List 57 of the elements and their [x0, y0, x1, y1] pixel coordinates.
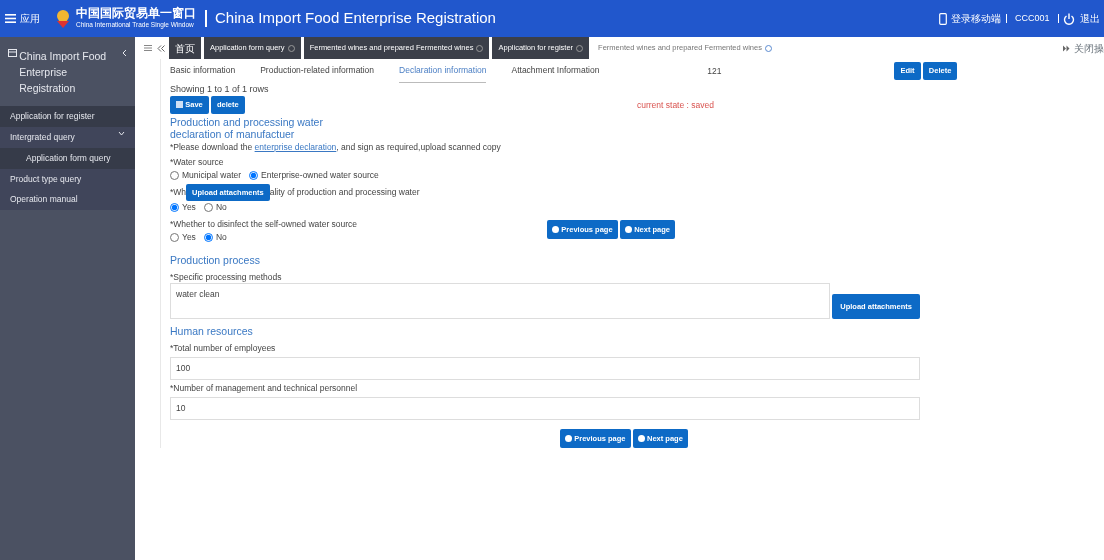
sidebar-item[interactable]: Application form query — [0, 147, 135, 169]
sub-tab[interactable]: Attachment Information — [511, 59, 600, 83]
save-icon — [176, 101, 183, 109]
mobile-login-link[interactable]: 登录移动端 — [951, 11, 1002, 26]
radio-button[interactable] — [170, 202, 179, 212]
chevron-left-icon[interactable] — [122, 49, 127, 57]
radio-label[interactable]: No — [215, 200, 227, 214]
radio-label[interactable]: Enterprise-owned water source — [261, 168, 379, 182]
radio-button[interactable] — [170, 232, 179, 242]
registration-number-cell-text: 121 — [706, 64, 723, 78]
user-name: CCC001 — [1006, 13, 1059, 24]
power-icon[interactable] — [1063, 12, 1075, 25]
sidebar-item[interactable]: Product type query — [0, 168, 135, 190]
section-heading: Production process — [170, 252, 261, 268]
field-label: *Whether to disinfect the self-owned water source — [170, 218, 358, 231]
sidebar-item[interactable]: Application for register — [0, 106, 135, 127]
radio-button[interactable] — [203, 232, 213, 242]
field-label: *Total number of employees — [170, 341, 277, 355]
sub-tab[interactable]: Production-related information — [260, 59, 375, 83]
radio-button[interactable] — [203, 202, 213, 212]
sub-tab[interactable]: Declaration information — [399, 59, 487, 83]
text-field[interactable]: 100 — [170, 356, 920, 380]
chevron-down-icon — [118, 131, 125, 136]
radio-label[interactable]: Municipal water — [182, 168, 242, 182]
section-heading: Production and processing water declaration of manufactuer — [170, 115, 324, 141]
page-tab[interactable]: 首页 — [169, 37, 201, 59]
radio-label[interactable]: Yes — [182, 200, 196, 214]
field-label: *Number of management and technical personnel — [170, 381, 359, 395]
sidebar-title: China Import Food Enterprise Registration — [19, 49, 108, 96]
close-operations-menu[interactable]: 关闭操 — [1074, 40, 1104, 56]
radio-label[interactable]: No — [215, 230, 227, 244]
double-chevron-right-icon[interactable] — [1061, 44, 1070, 52]
field-label: *Wh — [170, 185, 187, 199]
double-chevron-left-icon[interactable] — [156, 44, 165, 52]
radio-label[interactable]: Yes — [182, 230, 196, 244]
download-note: *Please download the enterprise declaration, and sign as required,upload scanned copy — [170, 140, 502, 154]
app-title: China Import Food Enterprise Registration — [205, 10, 496, 27]
field-label: *Specific processing methods — [170, 270, 283, 284]
sidebar-item[interactable]: Operation manual — [0, 189, 135, 210]
sub-tab[interactable]: Basic information — [170, 59, 236, 83]
menu-label[interactable]: 应用 — [20, 11, 40, 26]
phone-icon — [939, 12, 947, 25]
section-heading: Human resources — [170, 323, 254, 339]
list-icon[interactable] — [144, 45, 152, 51]
radio-button[interactable] — [249, 170, 259, 180]
text-field[interactable]: 10 — [170, 396, 920, 420]
sidebar-item[interactable]: Intergrated query — [0, 127, 135, 148]
pagination-info: Showing 1 to 1 of 1 rows — [170, 82, 270, 96]
status-text: current state : saved — [636, 98, 714, 112]
field-label: ality of production and processing water — [269, 185, 420, 199]
field-label: *Water source — [170, 155, 225, 169]
menu-icon[interactable] — [4, 14, 16, 23]
text-area[interactable]: water clean — [170, 283, 830, 320]
radio-button[interactable] — [170, 170, 179, 180]
logout-link[interactable]: 退出 — [1079, 11, 1100, 26]
logo-title: 中国国际贸易单一窗口 — [76, 7, 196, 21]
list-icon — [8, 49, 17, 57]
